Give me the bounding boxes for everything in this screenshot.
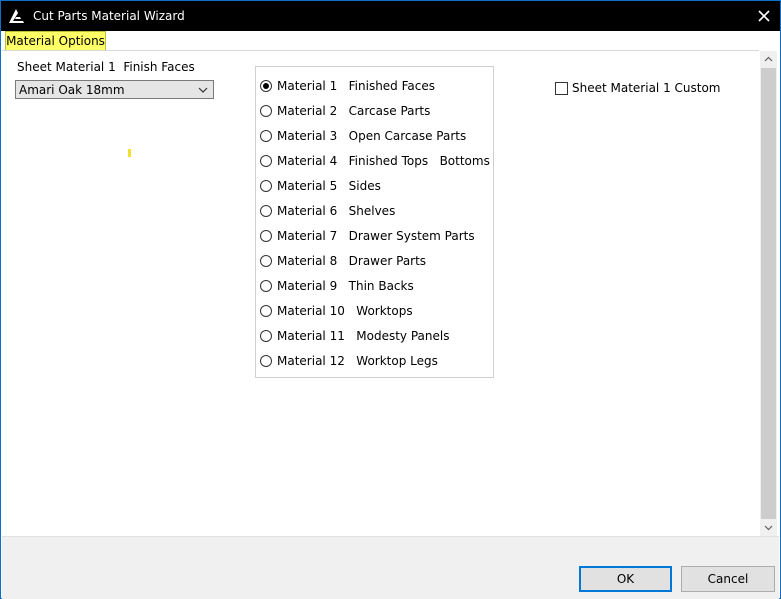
material-radio-label: Material 6 Shelves: [277, 204, 396, 218]
radio-button-icon[interactable]: [260, 305, 272, 317]
yellow-marker: [128, 149, 131, 157]
material-radio-group: Material 1 Finished Faces Material 2 Carc…: [255, 66, 494, 378]
radio-button-icon[interactable]: [260, 80, 272, 92]
title-bar: Cut Parts Material Wizard: [1, 1, 780, 31]
tab-bar: Material Options: [2, 31, 779, 51]
radio-button-icon[interactable]: [260, 355, 272, 367]
radio-button-icon[interactable]: [260, 180, 272, 192]
radio-button-icon[interactable]: [260, 155, 272, 167]
radio-button-icon[interactable]: [260, 330, 272, 342]
radio-button-icon[interactable]: [260, 130, 272, 142]
sheet-material-select[interactable]: Amari Oak 18mm: [15, 80, 214, 99]
app-logo-icon: [9, 9, 24, 23]
vertical-scrollbar[interactable]: [760, 51, 777, 536]
material-radio-label: Material 8 Drawer Parts: [277, 254, 427, 268]
material-radio-label: Material 2 Carcase Parts: [277, 104, 431, 118]
chevron-down-icon: [198, 87, 208, 93]
sheet-material-select-value: Amari Oak 18mm: [19, 83, 125, 97]
radio-button-icon[interactable]: [260, 205, 272, 217]
material-radio-label: Material 9 Thin Backs: [277, 279, 414, 293]
material-radio-label: Material 1 Finished Faces: [277, 79, 436, 93]
scroll-up-icon[interactable]: [760, 51, 777, 68]
material-radio-label: Material 7 Drawer System Parts: [277, 229, 475, 243]
dialog-footer: OK Cancel: [2, 536, 779, 599]
radio-button-icon[interactable]: [260, 280, 272, 292]
material-radio-label: Material 10 Worktops: [277, 304, 413, 318]
material-radio-label: Material 3 Open Carcase Parts: [277, 129, 467, 143]
radio-button-icon[interactable]: [260, 105, 272, 117]
material-radio-label: Material 11 Modesty Panels: [277, 329, 450, 343]
wizard-window: Cut Parts Material Wizard Material Optio…: [0, 0, 781, 599]
ok-button[interactable]: OK: [579, 566, 672, 592]
radio-button-icon[interactable]: [260, 230, 272, 242]
scrollbar-thumb[interactable]: [761, 68, 776, 519]
material-radio-label: Material 4 Finished Tops Bottoms: [277, 154, 490, 168]
custom-material-checkbox[interactable]: [555, 82, 568, 95]
radio-button-icon[interactable]: [260, 255, 272, 267]
tab-material-options[interactable]: Material Options: [5, 31, 106, 51]
material-radio-label: Material 5 Sides: [277, 179, 381, 193]
window-title: Cut Parts Material Wizard: [33, 9, 185, 23]
custom-material-label: Sheet Material 1 Custom: [572, 81, 721, 95]
scroll-down-icon[interactable]: [760, 519, 777, 536]
sheet-material-heading: Sheet Material 1 Finish Faces: [17, 60, 195, 74]
material-radio-label: Material 12 Worktop Legs: [277, 354, 438, 368]
close-icon[interactable]: [754, 6, 774, 26]
cancel-button[interactable]: Cancel: [681, 566, 775, 592]
